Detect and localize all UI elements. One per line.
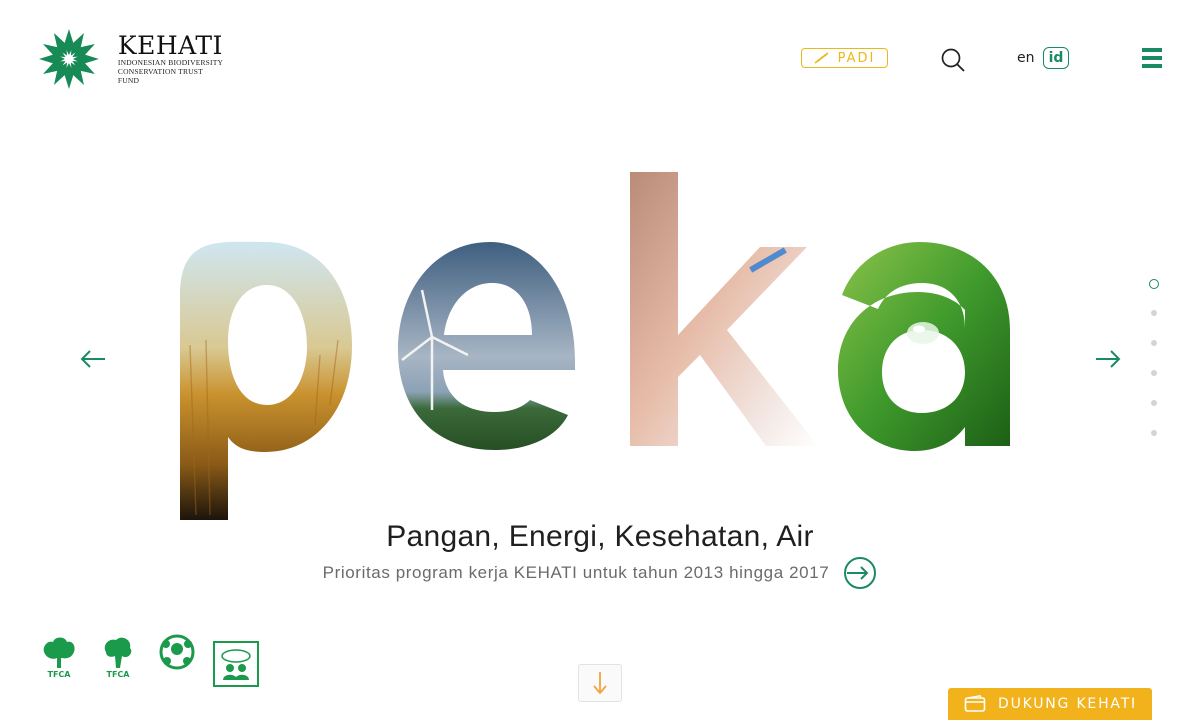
language-en-link[interactable]: en xyxy=(1017,50,1035,66)
slide-subtitle: Prioritas program kerja KEHATI untuk tah… xyxy=(322,563,830,582)
biodiversity-warriors-icon xyxy=(159,634,195,670)
partner-biodiversity-warriors[interactable] xyxy=(154,634,200,690)
rice-stalk-icon xyxy=(814,52,829,64)
kehati-logo[interactable]: KEHATI INDONESIAN BIODIVERSITY CONSERVAT… xyxy=(36,27,226,91)
arrow-right-icon xyxy=(1096,350,1121,368)
previous-slide-button[interactable] xyxy=(79,346,107,372)
partner-logos: TFCA TFCA xyxy=(36,634,272,690)
menu-bar xyxy=(1142,48,1162,52)
padi-label: PADI xyxy=(837,50,876,66)
circle-arrow-right-icon[interactable] xyxy=(843,556,877,590)
slide-dot-5[interactable] xyxy=(1151,400,1157,406)
padi-button[interactable]: PADI xyxy=(801,48,888,68)
slide-subtitle-row: Prioritas program kerja KEHATI untuk tah… xyxy=(0,556,1200,590)
tree-icon xyxy=(104,637,132,668)
brand-tagline-2: CONSERVATION TRUST FUND xyxy=(117,67,203,85)
hero-peka-image xyxy=(180,172,1010,520)
logo-wordmark: KEHATI INDONESIAN BIODIVERSITY CONSERVAT… xyxy=(118,33,226,85)
people-group-icon xyxy=(221,649,251,680)
menu-bar xyxy=(1142,64,1162,68)
hamburger-menu-icon[interactable] xyxy=(1142,48,1162,68)
slide-dot-3[interactable] xyxy=(1151,340,1157,346)
partner-tfca-sumatera[interactable]: TFCA xyxy=(95,634,141,690)
slide-dot-6[interactable] xyxy=(1151,430,1157,436)
partner-tunas-hijau[interactable] xyxy=(213,634,259,690)
next-slide-button[interactable] xyxy=(1094,346,1122,372)
letter-a xyxy=(838,242,1010,451)
partner-label: TFCA xyxy=(47,670,71,679)
arrow-left-icon xyxy=(80,350,105,368)
language-id-link[interactable]: id xyxy=(1043,47,1069,69)
search-icon xyxy=(941,48,965,72)
tunas-hijau-logo xyxy=(213,641,259,687)
letter-p xyxy=(180,241,352,520)
letter-e xyxy=(398,242,575,450)
slide-dot-2[interactable] xyxy=(1151,310,1157,316)
slide-dot-1[interactable] xyxy=(1149,279,1159,289)
wallet-icon xyxy=(964,695,986,712)
letter-k xyxy=(630,172,818,446)
donate-label: DUKUNG KEHATI xyxy=(998,696,1137,712)
partner-tfca-kalimantan[interactable]: TFCA xyxy=(36,634,82,690)
slide-title: Pangan, Energi, Kesehatan, Air xyxy=(386,520,814,553)
dukung-kehati-button[interactable]: DUKUNG KEHATI xyxy=(948,688,1152,720)
brand-tagline-1: INDONESIAN BIODIVERSITY xyxy=(117,58,224,67)
slide-indicator xyxy=(1147,279,1161,460)
arrow-down-icon xyxy=(593,672,607,695)
brand-name: KEHATI xyxy=(117,31,223,60)
partner-label: TFCA xyxy=(106,670,130,679)
scroll-down-button[interactable] xyxy=(578,664,622,702)
slide-dot-4[interactable] xyxy=(1151,370,1157,376)
tree-map-icon xyxy=(43,637,75,668)
menu-bar xyxy=(1142,56,1162,60)
search-button[interactable] xyxy=(940,47,966,73)
kehati-leaf-logo-icon xyxy=(38,29,99,89)
